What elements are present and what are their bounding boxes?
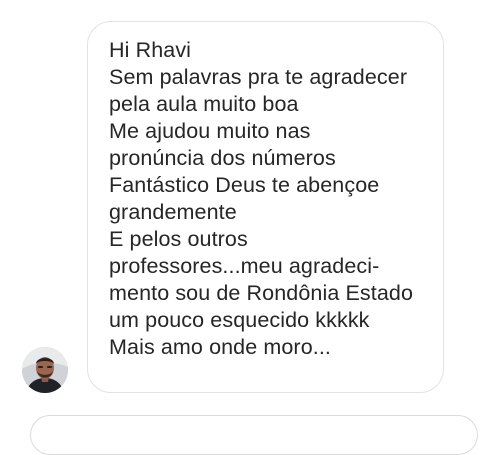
message-line: E pelos outros [109, 227, 248, 251]
message-line: pela aula muito boa [109, 92, 299, 116]
message-line: professores...meu agradeci- [109, 254, 380, 278]
message-line: Mais amo onde moro... [109, 335, 331, 359]
message-line: Fantástico Deus te abençoe [109, 173, 380, 197]
message-text: Hi Rhavi Sem palavras pra te agradecer p… [109, 37, 443, 361]
message-line: um pouco esquecido kkkkk [109, 308, 370, 332]
message-line: Hi Rhavi [109, 38, 192, 62]
profile-photo-avatar-icon [22, 347, 68, 393]
sender-avatar[interactable] [22, 347, 68, 393]
message-line: mento sou de Rondônia Estado [109, 281, 414, 305]
message-line: Me ajudou muito nas [109, 119, 311, 143]
received-message-bubble[interactable]: Hi Rhavi Sem palavras pra te agradecer p… [87, 21, 444, 393]
message-line: Sem palavras pra te agradecer [109, 65, 408, 89]
message-composer[interactable] [30, 415, 478, 455]
message-line: grandemente [109, 200, 237, 224]
message-line: pronúncia dos números [109, 146, 336, 170]
